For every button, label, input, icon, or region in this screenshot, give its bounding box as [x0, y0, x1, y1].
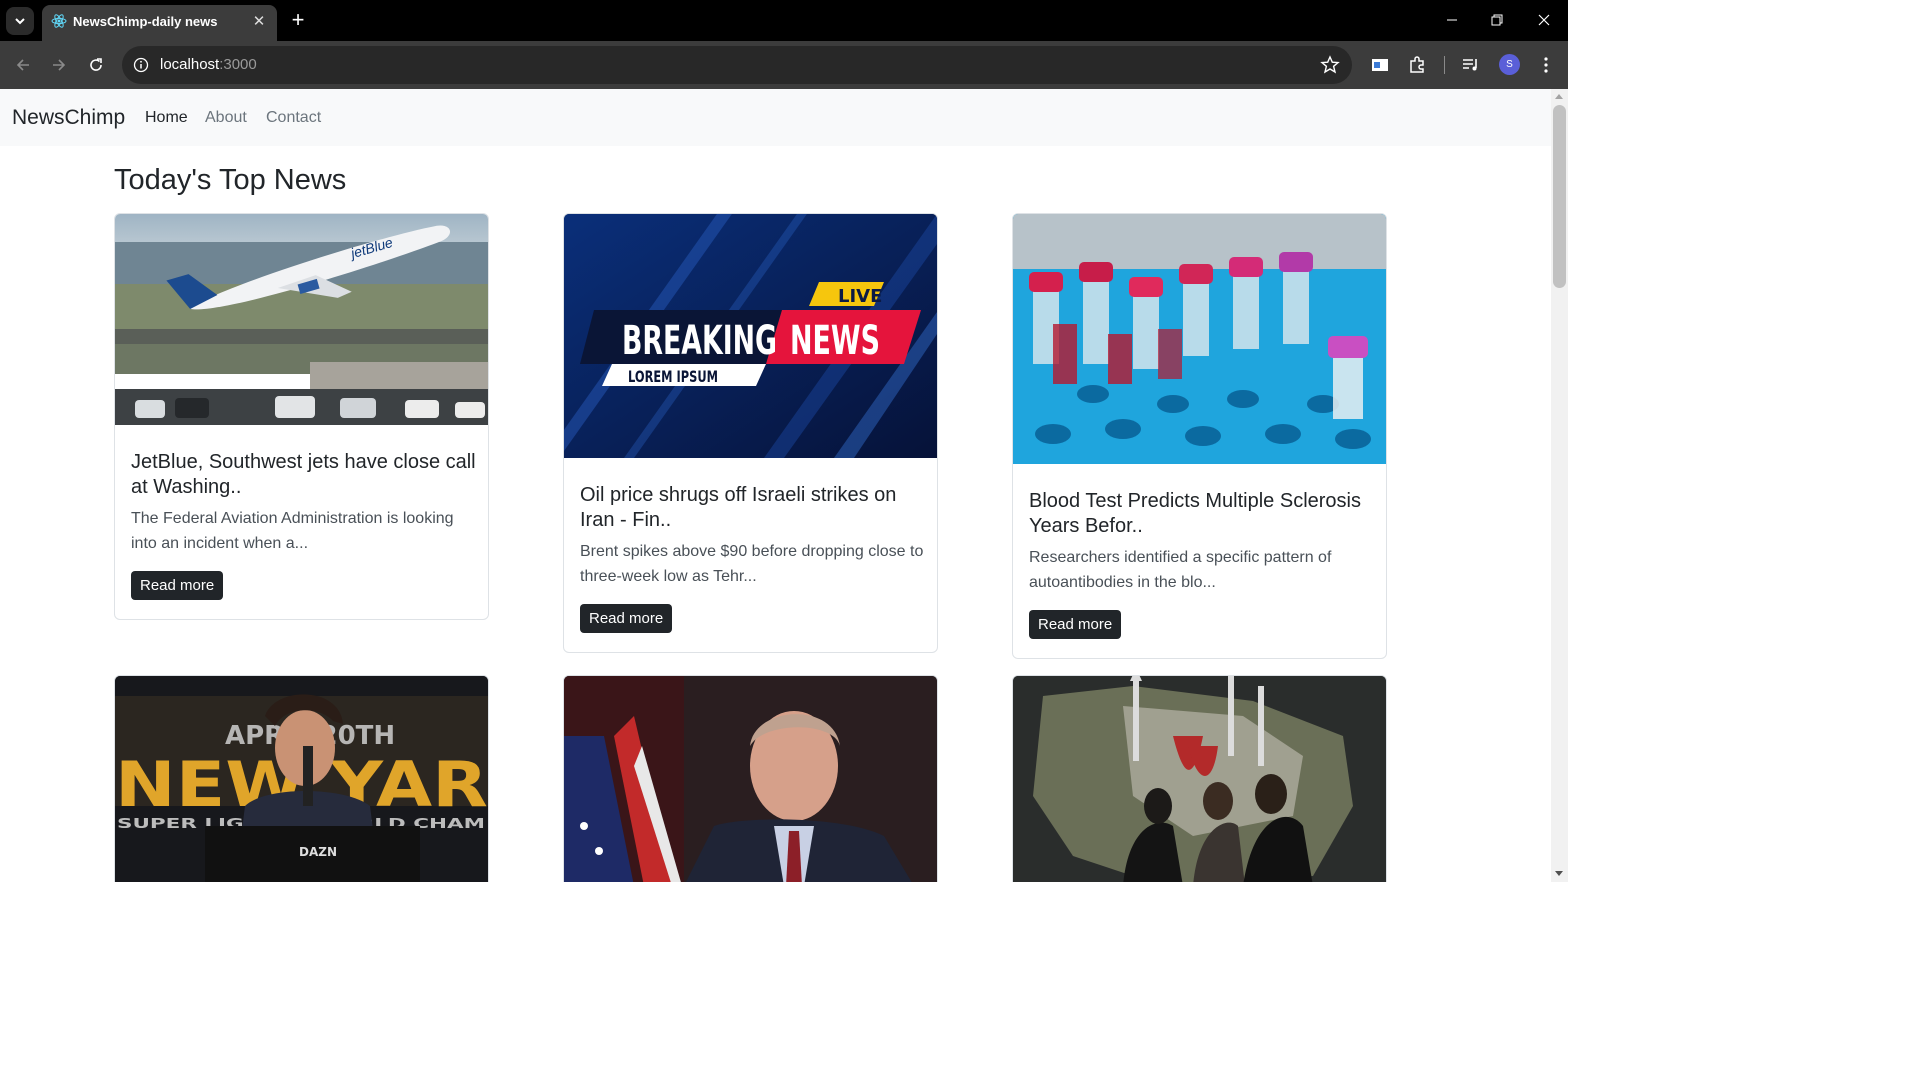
page-title: Today's Top News	[114, 164, 347, 196]
toolbar-separator	[1444, 56, 1445, 74]
news-card: APRIL 20TH NEW YAR SUPER LIGHT ... WORLD…	[114, 675, 489, 882]
card-body: Oil price shrugs off Israeli strikes on …	[580, 483, 925, 633]
card-body: JetBlue, Southwest jets have close call …	[131, 450, 476, 600]
card-title: JetBlue, Southwest jets have close call …	[131, 451, 476, 498]
card-image-jetblue: jetBlue	[115, 214, 488, 425]
reading-mode-icon[interactable]	[1368, 53, 1392, 77]
card-image-politician	[564, 676, 937, 882]
forward-icon[interactable]	[45, 51, 73, 79]
live-badge-text: LIVE	[838, 286, 882, 307]
browser-toolbar: localhost:3000 S	[0, 41, 1568, 89]
extensions-icon[interactable]	[1405, 53, 1429, 77]
chevron-down-icon	[15, 18, 25, 25]
news-card: Blood Test Predicts Multiple Sclerosis Y…	[1012, 213, 1387, 659]
profile-avatar[interactable]: S	[1499, 54, 1520, 75]
restore-icon[interactable]	[1484, 8, 1510, 32]
card-image-blood-vials	[1013, 214, 1386, 464]
nav-link-about[interactable]: About	[205, 109, 247, 127]
tab-title: NewsChimp-daily news	[73, 14, 218, 29]
news-text: NEWS	[790, 318, 880, 364]
news-card: jetBlue JetBlue, Southwest jets have clo…	[114, 213, 489, 620]
media-control-icon[interactable]	[1459, 53, 1483, 77]
scroll-down-arrow-icon[interactable]	[1555, 871, 1563, 876]
news-card: LIVE BREAKING NEWS LOREM IPSUM Oil price…	[563, 213, 938, 653]
card-title: Oil price shrugs off Israeli strikes on …	[580, 484, 897, 531]
card-image-breaking-news: LIVE BREAKING NEWS LOREM IPSUM	[564, 214, 937, 458]
nav-link-contact[interactable]: Contact	[266, 109, 321, 127]
browser-tab[interactable]: NewsChimp-daily news ✕	[42, 5, 277, 41]
address-bar[interactable]: localhost:3000	[122, 46, 1352, 84]
page-scrollbar[interactable]	[1551, 89, 1568, 882]
url-port: :3000	[219, 56, 257, 73]
card-title: Blood Test Predicts Multiple Sclerosis Y…	[1029, 490, 1361, 537]
back-icon[interactable]	[9, 51, 37, 79]
reload-icon[interactable]	[82, 51, 110, 79]
react-icon	[51, 14, 67, 28]
kebab-menu-icon[interactable]	[1534, 53, 1558, 77]
new-tab-button[interactable]: +	[286, 7, 310, 32]
read-more-button[interactable]: Read more	[580, 604, 673, 633]
scroll-thumb[interactable]	[1553, 105, 1566, 288]
tab-close-icon[interactable]: ✕	[249, 11, 269, 31]
browser-tab-bar: NewsChimp-daily news ✕ +	[0, 0, 1568, 41]
minimize-icon[interactable]	[1439, 8, 1465, 32]
card-description: Brent spikes above $90 before dropping c…	[580, 543, 924, 585]
card-image-boxer: APRIL 20TH NEW YAR SUPER LIGHT ... WORLD…	[115, 676, 488, 882]
read-more-button[interactable]: Read more	[131, 571, 224, 600]
podium-logo-text: DAZN	[299, 845, 337, 859]
bookmark-star-icon[interactable]	[1320, 55, 1340, 75]
lorem-text: LOREM IPSUM	[628, 367, 718, 386]
news-card	[563, 675, 938, 882]
tab-search-button[interactable]	[6, 7, 34, 35]
url-host: localhost	[160, 56, 220, 73]
page-viewport: NewsChimp Home About Contact Today's Top…	[0, 89, 1551, 882]
brand-logo[interactable]: NewsChimp	[12, 106, 125, 130]
card-description: The Federal Aviation Administration is l…	[131, 510, 454, 552]
card-description: Researchers identified a specific patter…	[1029, 549, 1332, 591]
read-more-button[interactable]: Read more	[1029, 610, 1122, 639]
card-body: Blood Test Predicts Multiple Sclerosis Y…	[1029, 489, 1374, 639]
scroll-up-arrow-icon[interactable]	[1555, 94, 1563, 99]
site-navbar: NewsChimp Home About Contact	[0, 89, 1551, 146]
site-info-icon[interactable]	[133, 57, 149, 73]
card-image-iran-map	[1013, 676, 1386, 882]
close-window-icon[interactable]	[1531, 8, 1557, 32]
news-card	[1012, 675, 1387, 882]
nav-link-home[interactable]: Home	[145, 109, 188, 127]
breaking-text: BREAKING	[622, 318, 777, 364]
url-text[interactable]: localhost:3000	[160, 56, 257, 73]
